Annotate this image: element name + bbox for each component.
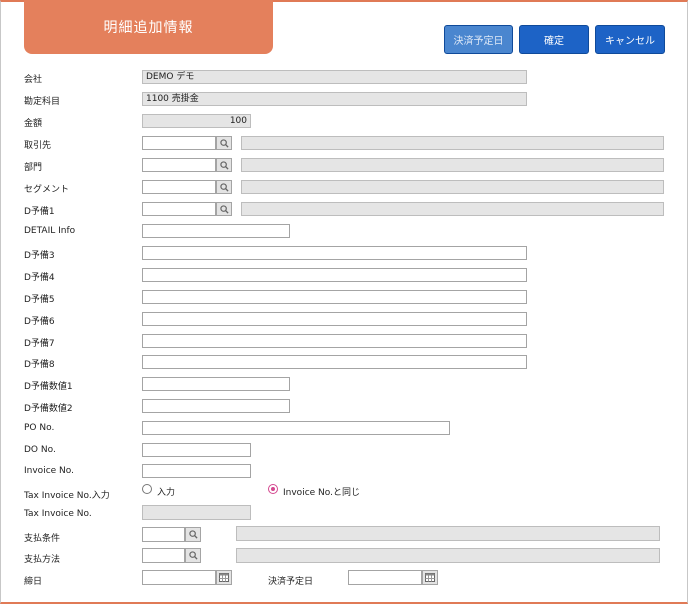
calendar-icon[interactable]	[216, 570, 232, 585]
detail-label: DETAIL Info	[24, 226, 76, 236]
d7-label: D予備7	[24, 339, 55, 349]
po-input[interactable]	[142, 421, 450, 435]
tax-invoice-field	[142, 505, 251, 520]
segment-code-input[interactable]	[142, 180, 216, 194]
search-icon[interactable]	[185, 548, 201, 563]
payterm-code-input[interactable]	[142, 527, 185, 542]
department-name-field	[241, 158, 664, 172]
tax-invoice-label: Tax Invoice No.	[24, 509, 92, 519]
d1-label: D予備1	[24, 207, 55, 217]
search-icon[interactable]	[185, 527, 201, 542]
partner-code-input[interactable]	[142, 136, 216, 150]
do-input[interactable]	[142, 443, 251, 457]
dnum1-label: D予備数値1	[24, 382, 73, 392]
dnum2-label: D予備数値2	[24, 404, 73, 414]
company-label: 会社	[24, 75, 43, 85]
po-label: PO No.	[24, 423, 55, 433]
payterm-name-field	[236, 526, 660, 541]
d5-input[interactable]	[142, 290, 527, 304]
amount-field: 100	[142, 114, 251, 128]
partner-name-field	[241, 136, 664, 150]
search-icon[interactable]	[216, 202, 232, 216]
department-label: 部門	[24, 163, 43, 173]
detail-input[interactable]	[142, 224, 290, 238]
paymethod-label: 支払方法	[24, 555, 61, 565]
search-icon[interactable]	[216, 180, 232, 194]
company-field: DEMO デモ	[142, 70, 527, 84]
dialog-title: 明細追加情報	[24, 0, 273, 54]
radio-same-label: Invoice No.と同じ	[283, 488, 360, 498]
d1-name-field	[241, 202, 664, 216]
d4-label: D予備4	[24, 273, 55, 283]
d1-code-input[interactable]	[142, 202, 216, 216]
department-code-input[interactable]	[142, 158, 216, 172]
calendar-icon[interactable]	[422, 570, 438, 585]
account-field: 1100 売掛金	[142, 92, 527, 106]
due-date-label: 決済予定日	[268, 577, 314, 587]
account-label: 勘定科目	[24, 97, 61, 107]
d8-input[interactable]	[142, 355, 527, 369]
cancel-button[interactable]: キャンセル	[595, 25, 665, 54]
d6-input[interactable]	[142, 312, 527, 326]
invoice-input[interactable]	[142, 464, 251, 478]
confirm-button[interactable]: 確定	[519, 25, 589, 54]
due-date-button[interactable]: 決済予定日	[444, 25, 513, 54]
d6-label: D予備6	[24, 317, 55, 327]
radio-input-label: 入力	[157, 488, 176, 498]
do-label: DO No.	[24, 445, 56, 455]
closing-label: 締日	[24, 577, 43, 587]
search-icon[interactable]	[216, 136, 232, 150]
d3-input[interactable]	[142, 246, 527, 260]
paymethod-code-input[interactable]	[142, 548, 185, 563]
closing-date-input[interactable]	[142, 570, 216, 585]
segment-label: セグメント	[24, 185, 70, 195]
tax-input-label: Tax Invoice No.入力	[24, 491, 110, 501]
amount-label: 金額	[24, 119, 43, 129]
d7-input[interactable]	[142, 334, 527, 348]
dnum2-input[interactable]	[142, 399, 290, 413]
d5-label: D予備5	[24, 295, 55, 305]
payterm-label: 支払条件	[24, 534, 61, 544]
segment-name-field	[241, 180, 664, 194]
dnum1-input[interactable]	[142, 377, 290, 391]
d8-label: D予備8	[24, 360, 55, 370]
partner-label: 取引先	[24, 141, 52, 151]
invoice-label: Invoice No.	[24, 466, 74, 476]
d4-input[interactable]	[142, 268, 527, 282]
d3-label: D予備3	[24, 251, 55, 261]
radio-input[interactable]	[142, 484, 152, 494]
paymethod-name-field	[236, 548, 660, 563]
radio-same-as-invoice[interactable]	[268, 484, 278, 494]
due-date-input[interactable]	[348, 570, 422, 585]
search-icon[interactable]	[216, 158, 232, 172]
